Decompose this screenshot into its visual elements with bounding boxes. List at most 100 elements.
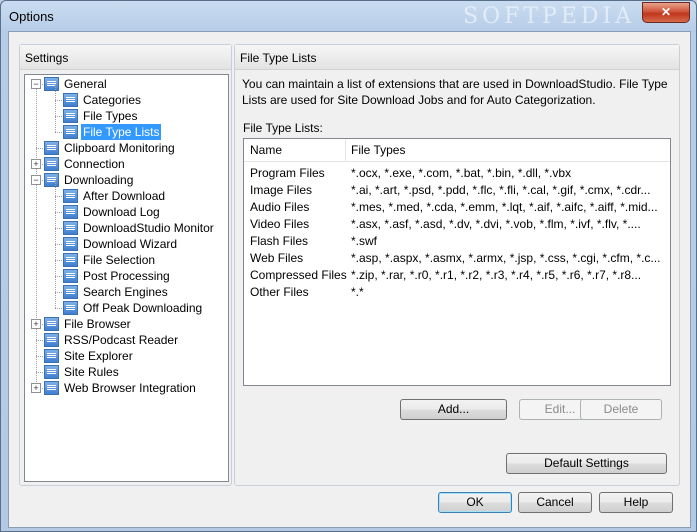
tree-item-label: File Type Lists: [81, 124, 162, 140]
file-type-name: Image Files: [250, 183, 313, 197]
tree-item[interactable]: File Type Lists: [25, 116, 225, 140]
settings-page-icon: [44, 317, 59, 331]
tree-child-connector: [55, 244, 56, 260]
list-row[interactable]: Program Files *.ocx, *.exe, *.com, *.bat,…: [244, 165, 670, 182]
file-type-extensions: *.mes, *.med, *.cda, *.emm, *.lqt, *.aif…: [351, 200, 658, 214]
tree-item[interactable]: RSS/Podcast Reader: [25, 332, 225, 348]
settings-page-icon: [63, 93, 78, 107]
list-row[interactable]: Video Files *.asx, *.asf, *.asd, *.dv, *.…: [244, 216, 670, 233]
file-type-name: Audio Files: [250, 200, 310, 214]
tree-connector: [55, 212, 62, 213]
settings-page-icon: [63, 285, 78, 299]
ok-button[interactable]: OK: [438, 492, 512, 513]
file-type-listview[interactable]: Name File Types Program Files *.ocx, *.ex…: [243, 138, 671, 386]
column-header-file-types[interactable]: File Types: [351, 143, 405, 157]
expand-icon[interactable]: +: [31, 159, 41, 169]
tree-child-connector: [55, 292, 56, 308]
list-row[interactable]: Other Files *.*: [244, 284, 670, 301]
cancel-button[interactable]: Cancel: [518, 492, 592, 513]
dialog-client-area: Settings − General Categories File Types Fil…: [8, 31, 691, 528]
tree-connector: [36, 340, 43, 341]
settings-page-icon: [63, 237, 78, 251]
tree-child-connector: [55, 212, 56, 228]
tree-item[interactable]: Clipboard Monitoring: [25, 140, 225, 156]
collapse-icon[interactable]: −: [31, 79, 41, 89]
tree-connector: [55, 100, 62, 101]
list-row[interactable]: Compressed Files *.zip, *.rar, *.r0, *.r1…: [244, 267, 670, 284]
options-window: Options SOFTPEDIA ✕ Settings − General Cat…: [0, 0, 697, 532]
description-text: You can maintain a list of extensions th…: [242, 77, 668, 107]
file-type-extensions: *.ocx, *.exe, *.com, *.bat, *.bin, *.dll…: [351, 166, 572, 180]
expand-icon[interactable]: +: [31, 319, 41, 329]
list-row[interactable]: Image Files *.ai, *.art, *.psd, *.pdd, *.…: [244, 182, 670, 199]
settings-page-icon: [44, 173, 59, 187]
tree-connector: [55, 196, 62, 197]
column-header-name[interactable]: Name: [250, 143, 282, 157]
settings-page-icon: [44, 141, 59, 155]
settings-page-icon: [44, 349, 59, 363]
tree-item-label: Site Rules: [64, 365, 119, 379]
file-type-name: Web Files: [250, 251, 304, 265]
settings-page-icon: [63, 189, 78, 203]
content-panel-header: File Type Lists: [235, 45, 679, 70]
tree-item-label: Connection: [64, 157, 125, 171]
tree-item-label: Off Peak Downloading: [83, 301, 203, 315]
close-icon: ✕: [660, 5, 672, 19]
tree-item[interactable]: + File Browser: [25, 316, 225, 332]
tree-item-label: Download Log: [83, 205, 160, 219]
file-type-extensions: *.asx, *.asf, *.asd, *.dv, *.dvi, *.vob,…: [351, 217, 641, 231]
tree-child-connector: [55, 100, 56, 116]
tree-item[interactable]: Site Explorer: [25, 348, 225, 364]
window-title: Options: [9, 9, 54, 24]
tree-connector: [55, 116, 62, 117]
settings-header-label: Settings: [25, 51, 69, 65]
title-bar[interactable]: Options SOFTPEDIA ✕: [1, 1, 696, 31]
tree-connector: [55, 292, 62, 293]
tree-item-label: General: [64, 77, 107, 91]
default-settings-button[interactable]: Default Settings: [506, 453, 667, 474]
list-row[interactable]: Web Files *.asp, *.aspx, *.asmx, *.armx, …: [244, 250, 670, 267]
tree-child-connector: [55, 116, 56, 132]
file-type-name: Flash Files: [250, 234, 309, 248]
file-type-lists-label: File Type Lists:: [243, 121, 323, 135]
tree-item[interactable]: Off Peak Downloading: [25, 292, 225, 316]
tree-item-label: Search Engines: [83, 285, 168, 299]
tree-connector: [55, 132, 62, 133]
collapse-icon[interactable]: −: [31, 175, 41, 185]
settings-panel-header: Settings: [20, 45, 231, 70]
close-button[interactable]: ✕: [642, 2, 690, 23]
tree-item-label: Download Wizard: [83, 237, 178, 251]
tree-item-label: Categories: [83, 93, 142, 107]
settings-page-icon: [44, 77, 59, 91]
tree-child-connector: [55, 196, 56, 212]
tree-connector: [36, 356, 43, 357]
file-type-extensions: *.zip, *.rar, *.r0, *.r1, *.r2, *.r3, *.…: [351, 268, 642, 282]
settings-page-icon: [63, 125, 78, 139]
tree-item[interactable]: + Connection: [25, 156, 225, 172]
file-type-extensions: *.ai, *.art, *.psd, *.pdd, *.flc, *.fli,…: [351, 183, 651, 197]
file-type-extensions: *.asp, *.aspx, *.asmx, *.armx, *.jsp, *.…: [351, 251, 661, 265]
column-separator[interactable]: [345, 139, 346, 161]
expand-icon[interactable]: +: [31, 383, 41, 393]
tree-child-connector: [55, 180, 56, 196]
list-row[interactable]: Flash Files *.swf: [244, 233, 670, 250]
list-row[interactable]: Audio Files *.mes, *.med, *.cda, *.emm, *…: [244, 199, 670, 216]
add-button[interactable]: Add...: [400, 399, 507, 420]
file-type-name: Compressed Files: [250, 268, 347, 282]
tree-child-connector: [55, 260, 56, 276]
tree-item[interactable]: Site Rules: [25, 364, 225, 380]
settings-panel: Settings − General Categories File Types Fil…: [19, 44, 232, 486]
listview-header: Name File Types: [244, 139, 670, 162]
help-button[interactable]: Help: [599, 492, 673, 513]
settings-tree[interactable]: − General Categories File Types File Type Li…: [24, 74, 229, 482]
tree-item-label: After Download: [83, 189, 166, 203]
tree-item[interactable]: + Web Browser Integration: [25, 380, 225, 396]
watermark: SOFTPEDIA: [463, 4, 636, 29]
settings-page-icon: [63, 269, 78, 283]
settings-page-icon: [44, 365, 59, 379]
file-type-name: Other Files: [250, 285, 309, 299]
settings-page-icon: [63, 205, 78, 219]
tree-child-connector: [55, 276, 56, 292]
file-type-extensions: *.*: [351, 285, 364, 299]
delete-button[interactable]: Delete: [580, 399, 662, 420]
